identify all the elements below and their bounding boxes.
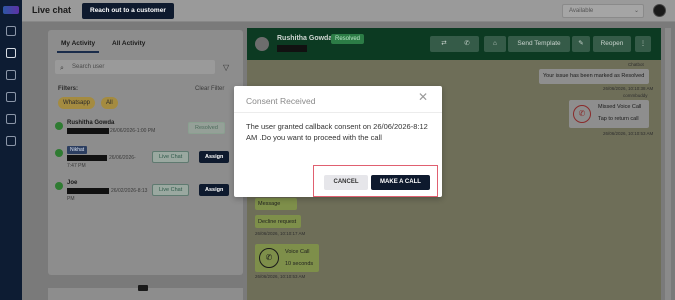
activity-panel-footer xyxy=(48,285,243,300)
avatar[interactable] xyxy=(653,4,666,17)
message-bubble: Your issue has been marked as Resolved xyxy=(539,69,649,84)
missed-call-bubble[interactable]: ✆ Missed Voice Call Tap to return call xyxy=(569,100,649,128)
message-sender: commbuddy xyxy=(623,93,648,98)
message-bubble: Message xyxy=(255,198,297,210)
list-item[interactable]: Nikhat 26/06/2026- 7:47 PM Live Chat Ass… xyxy=(48,144,243,174)
phone-icon[interactable]: ✆ xyxy=(455,36,479,52)
analytics-icon[interactable] xyxy=(6,26,16,36)
chevron-down-icon: ⌄ xyxy=(633,8,639,14)
redacted-phone xyxy=(67,128,109,134)
chat-header: Rushitha Gowda Resolved ⇄ ✆ ⌂ Send Templ… xyxy=(247,28,661,60)
search-placeholder: Search user xyxy=(72,64,105,70)
conversation-date: 26/06/2026-1:00 PM xyxy=(110,128,156,134)
dialog-title: Consent Received xyxy=(246,96,316,106)
chip-all[interactable]: All xyxy=(101,97,118,109)
live-chat-button[interactable]: Live Chat xyxy=(152,151,190,163)
message-time: 26/06/2026, 10:10:38 AM xyxy=(603,86,654,91)
missed-call-title: Missed Voice Call xyxy=(598,104,642,110)
reach-out-button[interactable]: Reach out to a customer xyxy=(82,3,174,19)
transfer-icon[interactable]: ⇄ xyxy=(430,36,458,52)
live-chat-button[interactable]: Live Chat xyxy=(152,184,190,196)
conversation-time: 7:47 PM xyxy=(67,163,86,169)
tab-all-activity[interactable]: All Activity xyxy=(112,40,145,47)
dialog-message: The user granted callback consent on 26/… xyxy=(246,122,428,142)
missed-call-subtitle: Tap to return call xyxy=(598,116,639,122)
send-template-button[interactable]: Send Template xyxy=(508,36,570,52)
tab-my-activity[interactable]: My Activity xyxy=(56,40,100,53)
whatsapp-icon xyxy=(55,122,63,130)
assign-button[interactable]: Assign xyxy=(199,151,230,163)
activity-panel: My Activity All Activity ⌕ Search user ▽… xyxy=(48,30,243,275)
voice-call-bubble: ✆ Voice Call 10 seconds xyxy=(255,244,319,272)
chat-scrollbar[interactable] xyxy=(665,28,671,300)
close-icon[interactable]: ✕ xyxy=(418,91,428,103)
top-bar: Live chat Reach out to a customer Availa… xyxy=(22,0,675,22)
search-icon: ⌕ xyxy=(60,65,64,72)
message-bubble: Decline request xyxy=(255,215,301,228)
voice-call-title: Voice Call xyxy=(285,249,310,255)
contact-avatar xyxy=(255,37,269,51)
message-time: 26/06/2026, 10:10:17 AM xyxy=(255,231,306,236)
message-text: Decline request xyxy=(258,219,297,225)
message-time: 26/06/2026, 10:10:53 AM xyxy=(603,131,654,136)
clear-filter-link[interactable]: Clear Filter xyxy=(195,86,224,92)
message-time: 26/06/2026, 10:10:53 AM xyxy=(255,274,306,279)
document-icon[interactable] xyxy=(6,70,16,80)
page-title: Live chat xyxy=(32,5,72,15)
message-text: Message xyxy=(258,201,281,207)
card-icon[interactable] xyxy=(6,136,16,146)
voice-call-icon: ✆ xyxy=(259,248,279,268)
more-options-icon[interactable]: ⋮ xyxy=(635,36,651,52)
assign-button[interactable]: Assign xyxy=(199,184,230,196)
filter-icon[interactable]: ▽ xyxy=(223,63,229,72)
conversation-date: 26/02/2026-8:13 xyxy=(111,188,148,194)
whatsapp-icon xyxy=(55,182,63,190)
message-text: Your issue has been marked as Resolved xyxy=(543,73,645,79)
chat-contact-name: Rushitha Gowda xyxy=(277,35,333,42)
contact-name: Rushitha Gowda xyxy=(67,120,115,126)
status-badge: Resolved xyxy=(331,34,365,44)
tag-icon[interactable]: ⌂ xyxy=(484,36,506,52)
resolved-button[interactable]: Resolved xyxy=(188,122,225,134)
conversation-date: 26/06/2026- xyxy=(109,155,136,161)
consent-dialog: Consent Received ✕ The user granted call… xyxy=(234,86,442,197)
headset-icon[interactable] xyxy=(6,48,16,58)
whatsapp-icon xyxy=(55,149,63,157)
star-icon[interactable] xyxy=(6,114,16,124)
home-icon[interactable] xyxy=(6,92,16,102)
search-input[interactable]: ⌕ Search user xyxy=(55,60,215,74)
divider xyxy=(234,112,442,113)
message-sender: Chatbot xyxy=(628,62,644,67)
status-value: Available xyxy=(569,8,594,14)
contact-name: Joe xyxy=(67,180,78,186)
filters-label: Filters: xyxy=(58,86,79,92)
status-select[interactable]: Available ⌄ xyxy=(562,4,644,18)
redacted-phone xyxy=(277,45,307,52)
cancel-button[interactable]: CANCEL xyxy=(324,175,368,190)
redacted-phone xyxy=(67,155,107,161)
missed-call-icon: ✆ xyxy=(573,105,591,123)
reopen-button[interactable]: Reopen xyxy=(593,36,631,52)
list-item[interactable]: Joe 26/02/2026-8:13 PM Live Chat Assign xyxy=(48,178,243,208)
make-call-button[interactable]: MAKE A CALL xyxy=(371,175,430,190)
logo xyxy=(3,6,19,14)
chip-whatsapp[interactable]: Whatsapp xyxy=(58,97,96,109)
redacted-phone xyxy=(67,188,109,194)
contact-tag: Nikhat xyxy=(67,146,88,154)
side-nav xyxy=(0,0,22,300)
voice-call-duration: 10 seconds xyxy=(285,261,314,267)
edit-icon[interactable]: ✎ xyxy=(572,36,590,52)
conversation-time: PM xyxy=(67,196,75,202)
scroll-indicator xyxy=(138,285,148,291)
